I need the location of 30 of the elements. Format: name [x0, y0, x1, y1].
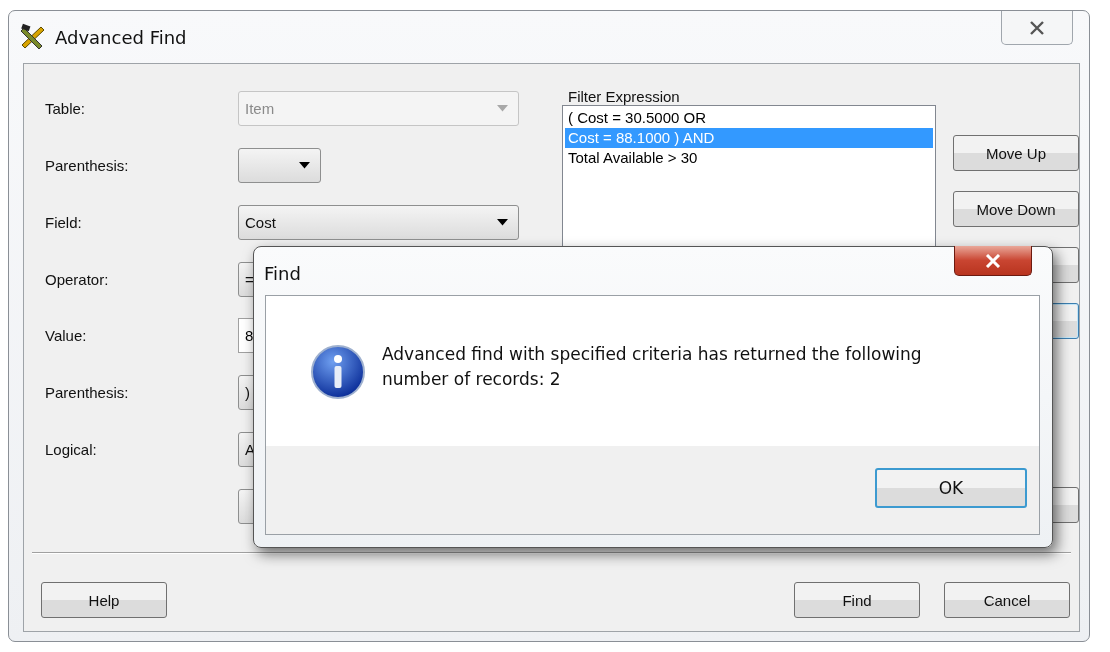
button[interactable]: Move Up: [953, 135, 1079, 171]
ok-button[interactable]: OK: [875, 468, 1027, 508]
field-label: Field:: [45, 213, 83, 231]
list-label: Filter Expression: [568, 88, 681, 105]
field-label: Table:: [45, 100, 87, 118]
close-icon: [1029, 20, 1045, 35]
dropdown-arrow-icon: [497, 218, 508, 226]
dialog-title: Find: [264, 263, 301, 284]
button[interactable]: Cancel: [944, 582, 1070, 618]
button[interactable]: Find: [794, 582, 920, 618]
field-label: Parenthesis:: [45, 157, 130, 175]
tools-icon: [19, 23, 47, 51]
dropdown[interactable]: [238, 148, 321, 184]
field-label: Parenthesis:: [45, 384, 130, 402]
dropdown-arrow-icon: [497, 105, 508, 113]
field-label: Value:: [45, 327, 88, 345]
list-item[interactable]: ( Cost = 30.5000 OR: [565, 108, 933, 128]
field-label: Operator:: [45, 270, 110, 288]
window-title: Advanced Find: [55, 26, 187, 48]
button[interactable]: Move Down: [953, 191, 1079, 227]
message-text: Advanced find with specified criteria has returned the following number of records: 2: [382, 343, 922, 391]
close-button[interactable]: [954, 246, 1032, 276]
close-button[interactable]: [1001, 11, 1073, 45]
list-item[interactable]: Total Available > 30: [565, 148, 933, 168]
dropdown[interactable]: Cost: [238, 204, 519, 240]
help-button[interactable]: Help: [41, 582, 167, 618]
info-icon: [310, 344, 366, 400]
dropdown-arrow-icon: [299, 162, 310, 170]
close-icon: [985, 253, 1001, 268]
field-label: Logical:: [45, 440, 98, 458]
